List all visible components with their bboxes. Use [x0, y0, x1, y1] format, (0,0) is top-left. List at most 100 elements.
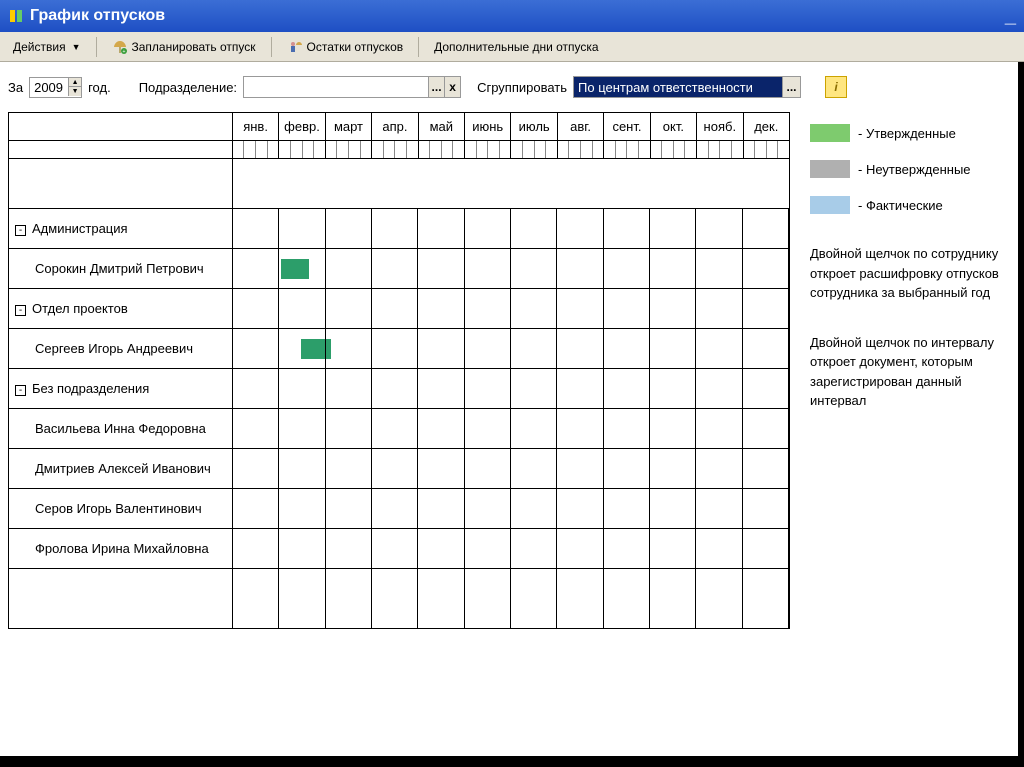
row-label: Васильева Инна Федоровна — [35, 421, 206, 436]
umbrella-plus-icon: + — [112, 39, 128, 55]
employee-row[interactable]: Сорокин Дмитрий Петрович — [9, 249, 233, 289]
plan-vacation-button[interactable]: + Запланировать отпуск — [103, 35, 265, 59]
row-label: Серов Игорь Валентинович — [35, 501, 202, 516]
empty-row — [9, 569, 233, 629]
plan-label: Запланировать отпуск — [132, 40, 256, 54]
collapse-toggle[interactable]: - — [15, 305, 26, 316]
name-column-header — [9, 113, 233, 141]
group-row[interactable]: -Администрация — [9, 209, 233, 249]
month-header: окт. — [650, 113, 696, 141]
blank-name — [9, 159, 233, 209]
hint-employee: Двойной щелчок по сотруднику откроет рас… — [810, 244, 1010, 303]
blank-cells — [232, 159, 789, 209]
row-label: Сергеев Игорь Андреевич — [35, 341, 193, 356]
chevron-down-icon: ▼ — [72, 42, 81, 52]
vacation-bar[interactable] — [301, 339, 331, 359]
actual-swatch — [810, 196, 850, 214]
year-down-button[interactable]: ▼ — [69, 87, 81, 96]
collapse-toggle[interactable]: - — [15, 385, 26, 396]
hint-interval: Двойной щелчок по интервалу откроет доку… — [810, 333, 1010, 411]
month-header: июль — [511, 113, 557, 141]
timeline-cell[interactable] — [232, 449, 789, 489]
employee-row[interactable]: Серов Игорь Валентинович — [9, 489, 233, 529]
minimize-button[interactable]: _ — [1005, 5, 1016, 28]
year-spinner[interactable]: ▲ ▼ — [29, 77, 82, 98]
group-row[interactable]: -Отдел проектов — [9, 289, 233, 329]
employee-row[interactable]: Фролова Ирина Михайловна — [9, 529, 233, 569]
actual-label: - Фактические — [858, 198, 943, 213]
title-bar: График отпусков _ — [0, 0, 1024, 32]
row-label: Фролова Ирина Михайловна — [35, 541, 209, 556]
year-up-button[interactable]: ▲ — [69, 78, 81, 87]
person-umbrella-icon — [287, 39, 303, 55]
timeline-cell[interactable] — [232, 529, 789, 569]
group-browse-button[interactable]: ... — [782, 77, 800, 97]
balances-button[interactable]: Остатки отпусков — [278, 35, 413, 59]
unapproved-swatch — [810, 160, 850, 178]
month-header: март — [325, 113, 371, 141]
department-browse-button[interactable]: ... — [428, 77, 444, 97]
employee-row[interactable]: Сергеев Игорь Андреевич — [9, 329, 233, 369]
week-cells — [604, 141, 650, 159]
week-cells — [279, 141, 325, 159]
month-header: февр. — [279, 113, 325, 141]
extra-days-button[interactable]: Дополнительные дни отпуска — [425, 36, 607, 58]
month-header: нояб. — [697, 113, 743, 141]
approved-swatch — [810, 124, 850, 142]
week-cells — [743, 141, 789, 159]
week-cells — [697, 141, 743, 159]
month-header: апр. — [372, 113, 418, 141]
row-label: Дмитриев Алексей Иванович — [35, 461, 211, 476]
month-header: май — [418, 113, 464, 141]
dept-label: Подразделение: — [139, 80, 237, 95]
department-field[interactable]: ... x — [243, 76, 461, 98]
window-title: График отпусков — [30, 7, 165, 25]
row-label: Сорокин Дмитрий Петрович — [35, 261, 204, 276]
month-header: авг. — [557, 113, 603, 141]
collapse-toggle[interactable]: - — [15, 225, 26, 236]
approved-label: - Утвержденные — [858, 126, 956, 141]
timeline-cell[interactable] — [232, 409, 789, 449]
employee-row[interactable]: Дмитриев Алексей Иванович — [9, 449, 233, 489]
week-cells — [511, 141, 557, 159]
group-row[interactable]: -Без подразделения — [9, 369, 233, 409]
timeline-cell[interactable] — [232, 289, 789, 329]
row-label: Администрация — [32, 221, 128, 236]
employee-row[interactable]: Васильева Инна Федоровна — [9, 409, 233, 449]
row-label: Без подразделения — [32, 381, 149, 396]
week-blank — [9, 141, 233, 159]
separator — [418, 37, 419, 57]
unapproved-label: - Неутвержденные — [858, 162, 971, 177]
row-label: Отдел проектов — [32, 301, 128, 316]
week-cells — [232, 141, 278, 159]
gantt-grid: янв.февр.мартапр.майиюньиюльавг.сент.окт… — [8, 112, 790, 629]
vacation-bar[interactable] — [281, 259, 309, 279]
month-header: дек. — [743, 113, 789, 141]
timeline-cell[interactable] — [232, 249, 789, 289]
timeline-cell[interactable] — [232, 329, 789, 369]
timeline-cell[interactable] — [232, 369, 789, 409]
balances-label: Остатки отпусков — [307, 40, 404, 54]
department-clear-button[interactable]: x — [444, 77, 460, 97]
month-header: янв. — [232, 113, 278, 141]
year-input[interactable] — [30, 78, 68, 97]
timeline-cell[interactable] — [232, 209, 789, 249]
week-cells — [372, 141, 418, 159]
main-panel: За ▲ ▼ год. Подразделение: ... x Сгруппи… — [0, 62, 1024, 762]
actions-menu[interactable]: Действия ▼ — [4, 36, 90, 58]
month-header: июнь — [465, 113, 511, 141]
timeline-cell[interactable] — [232, 489, 789, 529]
group-label: Сгруппировать — [477, 80, 567, 95]
week-cells — [418, 141, 464, 159]
week-cells — [557, 141, 603, 159]
group-by-field[interactable]: По центрам ответственности ... — [573, 76, 801, 98]
week-cells — [650, 141, 696, 159]
department-input[interactable] — [244, 78, 428, 97]
god-label: год. — [88, 80, 111, 95]
extra-days-label: Дополнительные дни отпуска — [434, 40, 598, 54]
app-icon — [8, 8, 24, 24]
info-button[interactable]: i — [825, 76, 847, 98]
week-cells — [465, 141, 511, 159]
filter-bar: За ▲ ▼ год. Подразделение: ... x Сгруппи… — [0, 62, 1018, 112]
separator — [271, 37, 272, 57]
